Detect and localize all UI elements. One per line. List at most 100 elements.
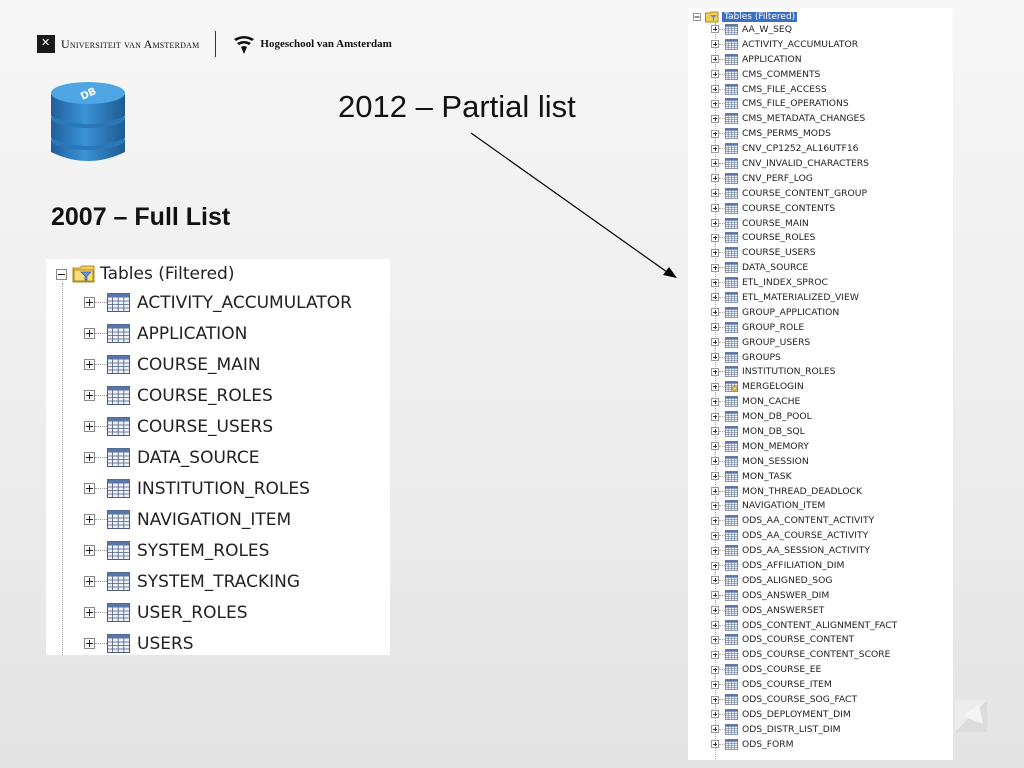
expand-icon[interactable] [711,293,719,302]
tree-item-aa-w-seq[interactable]: AA_W_SEQ [711,22,897,37]
expand-icon[interactable] [711,427,719,436]
expand-icon[interactable] [711,144,719,153]
expand-icon[interactable] [711,308,719,317]
expand-icon[interactable] [84,328,95,339]
tree-item-mon-db-sql[interactable]: MON_DB_SQL [711,424,897,439]
expand-icon[interactable] [711,174,719,183]
tree-item-navigation-item[interactable]: NAVIGATION_ITEM [711,499,897,514]
tree-item-cms-metadata-changes[interactable]: CMS_METADATA_CHANGES [711,111,897,126]
collapse-icon[interactable] [56,268,67,280]
tree-item-ods-form[interactable]: ODS_FORM [711,737,897,752]
expand-icon[interactable] [711,338,719,347]
tree-item-institution-roles[interactable]: INSTITUTION_ROLES [84,473,352,504]
expand-icon[interactable] [84,607,95,618]
expand-icon[interactable] [711,85,719,93]
expand-icon[interactable] [711,25,719,34]
expand-icon[interactable] [711,382,719,391]
tree-item-course-main[interactable]: COURSE_MAIN [711,216,897,231]
expand-icon[interactable] [711,114,719,123]
tree-item-system-tracking[interactable]: SYSTEM_TRACKING [84,566,352,597]
expand-icon[interactable] [711,353,719,362]
tree-item-ods-course-sog-fact[interactable]: ODS_COURSE_SOG_FACT [711,692,897,707]
expand-icon[interactable] [711,501,719,510]
tree-item-mon-session[interactable]: MON_SESSION [711,454,897,469]
tree-item-users[interactable]: USERS [84,628,352,655]
expand-icon[interactable] [711,278,719,287]
tree-item-ods-deployment-dim[interactable]: ODS_DEPLOYMENT_DIM [711,707,897,722]
expand-icon[interactable] [711,546,719,555]
tree-item-institution-roles[interactable]: INSTITUTION_ROLES [711,364,897,379]
expand-icon[interactable] [711,457,719,466]
tree-item-ods-answerset[interactable]: ODS_ANSWERSET [711,603,897,618]
expand-icon[interactable] [711,621,719,630]
expand-icon[interactable] [711,323,719,332]
tree-item-mergelogin[interactable]: MERGELOGIN [711,379,897,394]
tree-item-mon-cache[interactable]: MON_CACHE [711,394,897,409]
tree-item-activity-accumulator[interactable]: ACTIVITY_ACCUMULATOR [711,37,897,52]
tree-item-application[interactable]: APPLICATION [84,318,352,349]
tree-root-2007[interactable]: Tables (Filtered) [56,263,234,285]
expand-icon[interactable] [711,725,719,734]
expand-icon[interactable] [711,367,719,376]
expand-icon[interactable] [84,545,95,556]
tree-item-ods-aligned-sog[interactable]: ODS_ALIGNED_SOG [711,573,897,588]
expand-icon[interactable] [711,680,719,689]
collapse-icon[interactable] [693,12,701,21]
expand-icon[interactable] [84,483,95,494]
tree-item-cms-perms-mods[interactable]: CMS_PERMS_MODS [711,126,897,141]
tree-item-ods-course-content-score[interactable]: ODS_COURSE_CONTENT_SCORE [711,647,897,662]
expand-icon[interactable] [84,390,95,401]
tree-item-ods-distr-list-dim[interactable]: ODS_DISTR_LIST_DIM [711,722,897,737]
expand-icon[interactable] [711,591,719,600]
tree-item-course-content-group[interactable]: COURSE_CONTENT_GROUP [711,186,897,201]
tree-item-cms-file-operations[interactable]: CMS_FILE_OPERATIONS [711,96,897,111]
tree-item-group-users[interactable]: GROUP_USERS [711,335,897,350]
expand-icon[interactable] [711,189,719,198]
expand-icon[interactable] [84,638,95,649]
tree-item-cms-comments[interactable]: CMS_COMMENTS [711,67,897,82]
tree-item-ods-aa-session-activity[interactable]: ODS_AA_SESSION_ACTIVITY [711,543,897,558]
tree-item-mon-memory[interactable]: MON_MEMORY [711,439,897,454]
expand-icon[interactable] [711,129,719,138]
expand-icon[interactable] [711,99,719,108]
tree-item-course-roles[interactable]: COURSE_ROLES [84,380,352,411]
expand-icon[interactable] [711,650,719,659]
tree-item-course-users[interactable]: COURSE_USERS [84,411,352,442]
tree-item-ods-course-ee[interactable]: ODS_COURSE_EE [711,662,897,677]
expand-icon[interactable] [711,487,719,496]
tree-item-course-contents[interactable]: COURSE_CONTENTS [711,201,897,216]
tree-item-etl-materialized-view[interactable]: ETL_MATERIALIZED_VIEW [711,290,897,305]
tree-item-data-source[interactable]: DATA_SOURCE [84,442,352,473]
expand-icon[interactable] [711,635,719,644]
expand-icon[interactable] [711,159,719,168]
expand-icon[interactable] [711,233,719,242]
expand-icon[interactable] [711,397,719,406]
expand-icon[interactable] [711,710,719,719]
tree-item-ods-answer-dim[interactable]: ODS_ANSWER_DIM [711,588,897,603]
expand-icon[interactable] [711,516,719,525]
expand-icon[interactable] [711,606,719,615]
tree-item-course-roles[interactable]: COURSE_ROLES [711,230,897,245]
tree-item-ods-content-alignment-fact[interactable]: ODS_CONTENT_ALIGNMENT_FACT [711,618,897,633]
expand-icon[interactable] [711,70,719,79]
tree-item-ods-aa-course-activity[interactable]: ODS_AA_COURSE_ACTIVITY [711,528,897,543]
expand-icon[interactable] [711,219,719,228]
expand-icon[interactable] [84,297,95,308]
expand-icon[interactable] [711,40,719,49]
tree-item-mon-db-pool[interactable]: MON_DB_POOL [711,409,897,424]
tree-item-ods-affiliation-dim[interactable]: ODS_AFFILIATION_DIM [711,558,897,573]
expand-icon[interactable] [84,452,95,463]
tree-item-application[interactable]: APPLICATION [711,52,897,67]
expand-icon[interactable] [711,576,719,585]
tree-item-cnv-invalid-characters[interactable]: CNV_INVALID_CHARACTERS [711,156,897,171]
tree-item-ods-course-item[interactable]: ODS_COURSE_ITEM [711,677,897,692]
tree-item-navigation-item[interactable]: NAVIGATION_ITEM [84,504,352,535]
expand-icon[interactable] [711,472,719,481]
tree-item-mon-task[interactable]: MON_TASK [711,469,897,484]
expand-icon[interactable] [711,695,719,704]
expand-icon[interactable] [84,514,95,525]
tree-item-ods-aa-content-activity[interactable]: ODS_AA_CONTENT_ACTIVITY [711,513,897,528]
expand-icon[interactable] [711,561,719,570]
expand-icon[interactable] [711,740,719,749]
tree-item-course-users[interactable]: COURSE_USERS [711,245,897,260]
